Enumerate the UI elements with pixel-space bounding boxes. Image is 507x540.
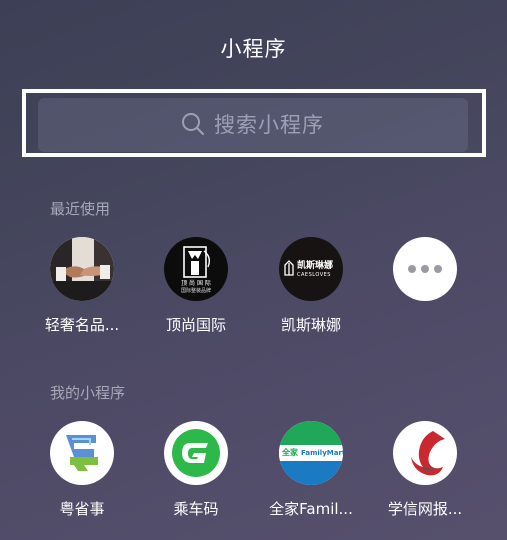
more-dots-icon (393, 237, 457, 301)
search-highlight-frame (22, 89, 486, 157)
dingshang-logo-icon: 顶 尚 国 际 国际整装品牌 (164, 237, 228, 301)
my-app-2[interactable]: 乘车码 (131, 421, 261, 519)
chengchema-logo-icon (164, 421, 228, 485)
caesloves-logo-icon: 凯斯琳娜 CAESLOVES (279, 237, 343, 301)
recent-app-1[interactable]: 轻奢名品... (17, 237, 147, 335)
section-label-mine: 我的小程序 (50, 384, 126, 402)
my-app-1[interactable]: 粤省事 (17, 421, 147, 519)
yueshengshi-logo-icon (50, 421, 114, 485)
my-app-3[interactable]: 全家 FamilyMart 全家Famil... (246, 421, 376, 519)
recent-app-3[interactable]: 凯斯琳娜 CAESLOVES 凯斯琳娜 (246, 237, 376, 335)
recent-app-2[interactable]: 顶 尚 国 际 国际整装品牌 顶尚国际 (131, 237, 261, 335)
page-title: 小程序 (220, 37, 287, 61)
section-label-recent: 最近使用 (50, 200, 111, 218)
handshake-photo-icon (50, 237, 114, 301)
familymart-logo-icon: 全家 FamilyMart (279, 421, 343, 485)
recent-app-more[interactable] (360, 237, 490, 314)
my-app-4[interactable]: 学信网报... (360, 421, 490, 519)
xuexin-logo-icon (393, 421, 457, 485)
